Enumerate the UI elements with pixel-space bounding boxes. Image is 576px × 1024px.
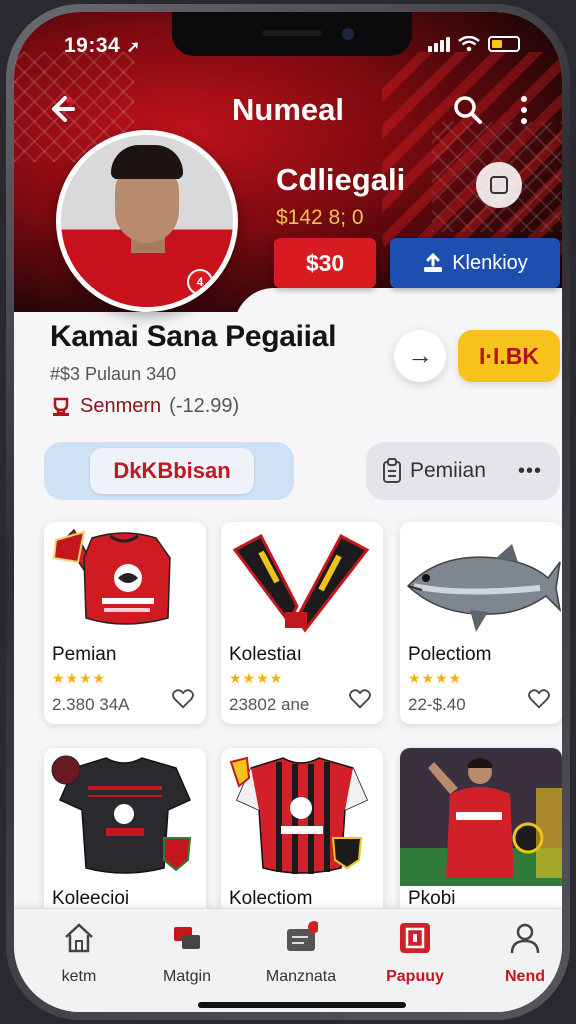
battery-icon [488,36,520,52]
product-card[interactable]: Pkobi [400,748,562,918]
tab-cards[interactable]: Matgin [132,921,242,986]
signal-icon [428,36,450,52]
product-card[interactable]: Kolestiaı ★★★★ 23802 ane [221,522,383,724]
search-icon [454,96,482,124]
product-card[interactable]: Polectiom ★★★★ 22-$.40 [400,522,562,724]
product-image [221,748,383,886]
product-image [44,522,206,642]
product-card[interactable]: Pemian ★★★★ 2.380 34A [44,522,206,724]
rating-stars: ★★★★ [408,670,463,686]
product-name: Polectiom [408,644,492,665]
stat-label: Senmern [80,395,162,417]
product-card[interactable]: Kolectiom [221,748,383,918]
item-title: Kamai Sana Pegaiial [50,320,337,353]
phone-frame: 19:34 ➚ Numeal 4 Cdliegali $142 8; 0 $30 [6,4,570,1020]
square-toggle-button[interactable] [476,162,522,208]
filter-chip-secondary[interactable]: Pemiian ••• [366,442,560,500]
forward-arrow-button[interactable]: → [394,330,446,382]
location-arrow-icon: ➚ [126,39,141,56]
avatar: 4 [56,130,238,312]
tab-label: ketm [61,968,97,985]
tab-profile[interactable]: Nend [470,921,562,986]
secondary-action-label: Klenkioy [452,252,528,274]
bottom-tab-bar: ketm Matgin Manznata Papuuy Nend [14,908,562,1012]
product-name: Kolestiaı [229,644,302,665]
heart-icon[interactable] [349,688,371,710]
dark-jersey-image [51,755,192,874]
rating-stars: ★★★★ [52,670,107,686]
heart-icon[interactable] [172,688,194,710]
product-image [221,522,383,642]
profile-name: Cdliegali [276,162,406,197]
store-icon [400,923,430,953]
player-photo-image [400,748,562,886]
red-jersey-image [52,528,171,625]
item-info: Kamai Sana Pegaiial #$3 Pulaun 340 Senme… [50,320,336,418]
striped-jersey-image [229,756,368,874]
product-name: Pkobi [408,888,456,909]
heart-icon[interactable] [528,688,550,710]
filter-secondary-label: Pemiian [410,459,486,482]
tab-label: Manznata [265,968,337,985]
product-card[interactable]: Koleecioi [44,748,206,918]
action-button[interactable]: I·I.BK [458,330,560,382]
more-dots-icon[interactable]: ••• [518,460,542,483]
product-image [400,748,562,886]
trophy-icon [53,397,69,416]
cards-icon [174,927,200,949]
user-icon [510,923,540,954]
upload-icon [424,253,443,272]
screen: 19:34 ➚ Numeal 4 Cdliegali $142 8; 0 $30 [14,12,562,1012]
status-time: 19:34 ➚ [64,34,141,57]
stat-value: (-12.99) [169,395,240,417]
tab-label: Nend [505,968,545,985]
avatar-badge: 4 [187,269,213,295]
wallet-icon [287,921,320,951]
scarf-image [232,533,370,633]
wifi-icon [458,36,480,52]
profile-price: $142 8; 0 [276,206,364,229]
square-icon [490,176,508,194]
item-stat: Senmern (-12.99) [50,395,336,418]
rating-stars: ★★★★ [229,670,284,686]
home-indicator [198,1002,406,1008]
secondary-action-button[interactable]: Klenkioy [390,238,560,288]
fish-image [406,544,562,632]
more-menu-button[interactable] [514,94,534,126]
clipboard-icon [383,458,401,483]
product-name: Kolectiom [229,888,313,909]
filter-chip-primary[interactable]: DkKBbisan [44,442,294,500]
profile-summary: Cdliegali $142 8; 0 [276,162,405,230]
tab-home[interactable]: ketm [24,921,134,986]
product-name: Pemian [52,644,117,665]
home-icon [65,923,93,953]
product-image [44,748,206,886]
price-button[interactable]: $30 [274,238,376,288]
tab-label: Papuuy [386,968,444,985]
status-bar: 19:34 ➚ [14,34,562,60]
tab-store[interactable]: Papuuy [360,921,470,986]
tab-label: Matgin [162,968,212,985]
tab-wallet[interactable]: Manznata [246,921,356,986]
top-bar: Numeal [14,86,562,136]
product-image [400,522,562,642]
item-subtitle: #$3 Pulaun 340 [50,364,177,384]
arrow-right-icon: → [407,340,433,370]
product-name: Koleecioi [52,888,130,909]
filter-primary-label: DkKBbisan [90,448,254,494]
search-button[interactable] [452,94,484,126]
